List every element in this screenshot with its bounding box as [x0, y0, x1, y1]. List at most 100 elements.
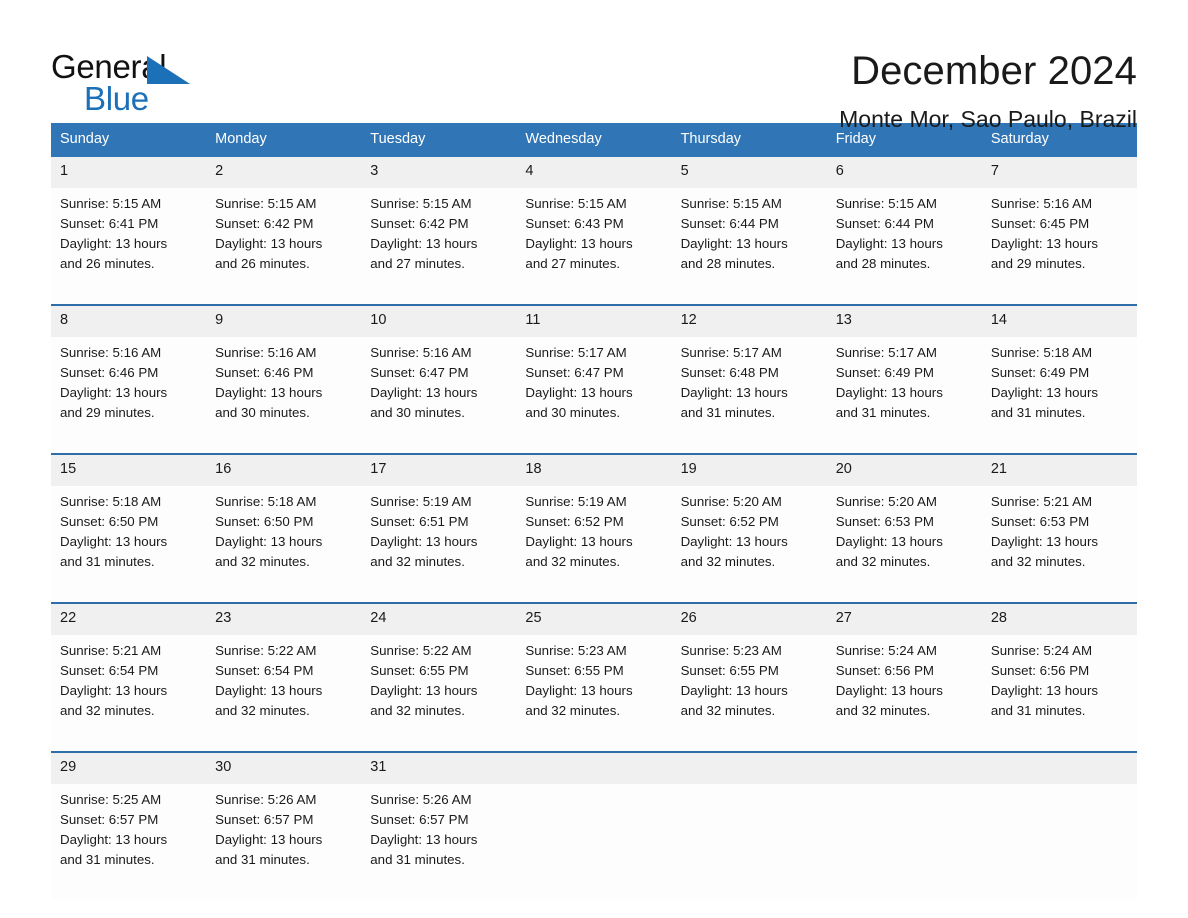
day-cell: Sunrise: 5:22 AM Sunset: 6:54 PM Dayligh… — [206, 635, 362, 752]
sunrise-line: Sunrise: 5:17 AM — [835, 345, 937, 360]
daylight-line-cont: and 32 minutes. — [680, 703, 776, 718]
daylight-line-cont: and 31 minutes. — [990, 405, 1086, 420]
daylight-line-cont: and 32 minutes. — [990, 554, 1086, 569]
daylight-line: Daylight: 13 hours — [525, 534, 633, 549]
sunrise-line: Sunrise: 5:15 AM — [680, 196, 782, 211]
daylight-line-cont: and 32 minutes. — [835, 703, 931, 718]
daylight-line: Daylight: 13 hours — [525, 683, 633, 698]
daylight-line-cont: and 32 minutes. — [215, 554, 310, 569]
sunset-line: Sunset: 6:44 PM — [680, 216, 779, 231]
daylight-line-cont: and 30 minutes. — [525, 405, 621, 420]
week-1-daynum-row: 1 2 3 4 5 6 7 — [51, 157, 1137, 188]
sunset-line: Sunset: 6:49 PM — [835, 365, 935, 380]
day-cell: Sunrise: 5:17 AM Sunset: 6:48 PM Dayligh… — [671, 337, 827, 454]
sunrise-line: Sunrise: 5:24 AM — [835, 643, 937, 658]
day-cell-empty — [516, 784, 672, 900]
day-cell: Sunrise: 5:15 AM Sunset: 6:43 PM Dayligh… — [516, 188, 672, 305]
sunrise-line: Sunrise: 5:15 AM — [525, 196, 627, 211]
sunset-line: Sunset: 6:52 PM — [525, 514, 624, 529]
sunrise-line: Sunrise: 5:18 AM — [60, 494, 162, 509]
day-number: 4 — [516, 157, 672, 188]
day-cell: Sunrise: 5:23 AM Sunset: 6:55 PM Dayligh… — [516, 635, 672, 752]
sunrise-line: Sunrise: 5:16 AM — [60, 345, 162, 360]
daylight-line: Daylight: 13 hours — [835, 534, 943, 549]
daylight-line: Daylight: 13 hours — [215, 683, 323, 698]
daylight-line: Daylight: 13 hours — [60, 236, 168, 251]
sunrise-line: Sunrise: 5:16 AM — [215, 345, 317, 360]
daylight-line: Daylight: 13 hours — [990, 236, 1099, 251]
sunset-line: Sunset: 6:56 PM — [835, 663, 935, 678]
sunrise-line: Sunrise: 5:15 AM — [60, 196, 162, 211]
sunrise-line: Sunrise: 5:24 AM — [990, 643, 1093, 658]
day-cell-empty — [826, 784, 982, 900]
daylight-line-cont: and 26 minutes. — [60, 256, 155, 271]
day-cell-empty — [981, 784, 1137, 900]
daylight-line-cont: and 32 minutes. — [60, 703, 155, 718]
day-cell: Sunrise: 5:22 AM Sunset: 6:55 PM Dayligh… — [361, 635, 517, 752]
sunset-line: Sunset: 6:54 PM — [215, 663, 314, 678]
day-number: 29 — [51, 751, 207, 784]
day-number-empty — [671, 751, 827, 784]
day-cell: Sunrise: 5:16 AM Sunset: 6:46 PM Dayligh… — [51, 337, 207, 454]
sunrise-line: Sunrise: 5:21 AM — [60, 643, 162, 658]
sunrise-line: Sunrise: 5:16 AM — [990, 196, 1093, 211]
day-cell: Sunrise: 5:21 AM Sunset: 6:53 PM Dayligh… — [981, 486, 1137, 603]
day-cell: Sunrise: 5:18 AM Sunset: 6:50 PM Dayligh… — [206, 486, 362, 603]
day-number: 3 — [361, 157, 517, 188]
daylight-line-cont: and 30 minutes. — [215, 405, 310, 420]
day-cell: Sunrise: 5:15 AM Sunset: 6:44 PM Dayligh… — [671, 188, 827, 305]
day-number: 27 — [826, 602, 982, 635]
sunset-line: Sunset: 6:55 PM — [680, 663, 779, 678]
week-4-detail-row: Sunrise: 5:21 AM Sunset: 6:54 PM Dayligh… — [51, 635, 1137, 752]
daylight-line: Daylight: 13 hours — [835, 683, 943, 698]
day-number: 13 — [826, 304, 982, 337]
daylight-line-cont: and 28 minutes. — [835, 256, 931, 271]
day-cell: Sunrise: 5:18 AM Sunset: 6:50 PM Dayligh… — [51, 486, 207, 603]
daylight-line: Daylight: 13 hours — [370, 236, 478, 251]
day-cell: Sunrise: 5:26 AM Sunset: 6:57 PM Dayligh… — [361, 784, 517, 900]
day-cell: Sunrise: 5:26 AM Sunset: 6:57 PM Dayligh… — [206, 784, 362, 900]
sunrise-line: Sunrise: 5:20 AM — [680, 494, 782, 509]
day-cell: Sunrise: 5:24 AM Sunset: 6:56 PM Dayligh… — [826, 635, 982, 752]
day-number: 28 — [981, 602, 1137, 635]
day-cell: Sunrise: 5:17 AM Sunset: 6:49 PM Dayligh… — [826, 337, 982, 454]
day-number: 10 — [361, 304, 517, 337]
daylight-line: Daylight: 13 hours — [680, 534, 788, 549]
sunset-line: Sunset: 6:57 PM — [60, 812, 159, 827]
sunset-line: Sunset: 6:52 PM — [680, 514, 779, 529]
week-1-detail-row: Sunrise: 5:15 AM Sunset: 6:41 PM Dayligh… — [51, 188, 1137, 305]
week-4-daynum-row: 22 23 24 25 26 27 28 — [51, 602, 1137, 635]
day-cell: Sunrise: 5:24 AM Sunset: 6:56 PM Dayligh… — [981, 635, 1137, 752]
day-number: 6 — [826, 157, 982, 188]
sunrise-line: Sunrise: 5:19 AM — [525, 494, 627, 509]
daylight-line: Daylight: 13 hours — [680, 385, 788, 400]
sunset-line: Sunset: 6:55 PM — [370, 663, 469, 678]
daylight-line: Daylight: 13 hours — [370, 832, 478, 847]
week-3-daynum-row: 15 16 17 18 19 20 21 — [51, 453, 1137, 486]
sunset-line: Sunset: 6:44 PM — [835, 216, 935, 231]
weekday-header-thursday: Thursday — [671, 123, 827, 157]
title-block: December 2024 Monte Mor, Sao Paulo, Braz… — [839, 46, 1137, 134]
day-number: 1 — [51, 157, 207, 188]
day-number: 19 — [671, 453, 827, 486]
sunset-line: Sunset: 6:49 PM — [990, 365, 1090, 380]
week-5-detail-row: Sunrise: 5:25 AM Sunset: 6:57 PM Dayligh… — [51, 784, 1137, 900]
day-number: 8 — [51, 304, 207, 337]
sunset-line: Sunset: 6:51 PM — [370, 514, 469, 529]
day-number: 31 — [361, 751, 517, 784]
daylight-line: Daylight: 13 hours — [680, 236, 788, 251]
day-number: 25 — [516, 602, 672, 635]
sunset-line: Sunset: 6:50 PM — [215, 514, 314, 529]
daylight-line-cont: and 31 minutes. — [990, 703, 1086, 718]
daylight-line-cont: and 31 minutes. — [835, 405, 931, 420]
daylight-line: Daylight: 13 hours — [835, 236, 943, 251]
sunset-line: Sunset: 6:43 PM — [525, 216, 624, 231]
daylight-line: Daylight: 13 hours — [215, 832, 323, 847]
sunset-line: Sunset: 6:55 PM — [525, 663, 624, 678]
sunset-line: Sunset: 6:46 PM — [60, 365, 159, 380]
daylight-line-cont: and 29 minutes. — [990, 256, 1086, 271]
sunset-line: Sunset: 6:53 PM — [835, 514, 935, 529]
week-3-detail-row: Sunrise: 5:18 AM Sunset: 6:50 PM Dayligh… — [51, 486, 1137, 603]
sunrise-line: Sunrise: 5:17 AM — [680, 345, 782, 360]
day-cell: Sunrise: 5:23 AM Sunset: 6:55 PM Dayligh… — [671, 635, 827, 752]
